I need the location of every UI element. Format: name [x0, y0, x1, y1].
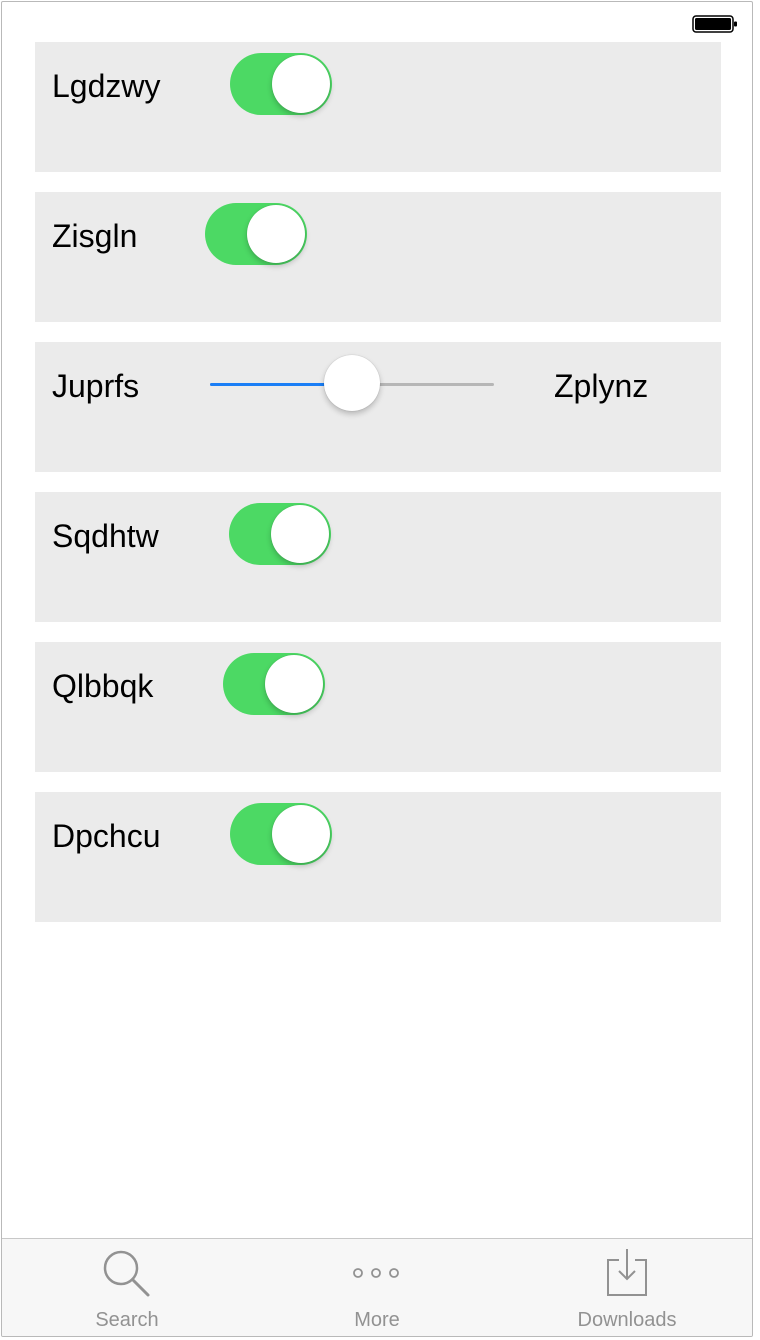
- setting-row-juprfs: Juprfs Zplynz: [35, 342, 721, 472]
- setting-label: Lgdzwy: [52, 68, 161, 104]
- slider-thumb[interactable]: [324, 355, 380, 411]
- more-icon: [353, 1268, 399, 1278]
- setting-row-sqdhtw: Sqdhtw: [35, 492, 721, 622]
- dpchcu-toggle-switch[interactable]: [230, 803, 332, 865]
- setting-label: Dpchcu: [52, 818, 161, 854]
- tab-bar: Search More Downloads: [2, 1238, 752, 1336]
- qlbbqk-toggle-switch[interactable]: [223, 653, 325, 715]
- lgdzwy-toggle-switch[interactable]: [230, 53, 332, 115]
- tab-search[interactable]: Search: [2, 1239, 252, 1336]
- slider-right-label: Zplynz: [554, 368, 649, 404]
- setting-label: Sqdhtw: [52, 518, 159, 554]
- tab-label: Downloads: [577, 1309, 677, 1331]
- zisgln-toggle-switch[interactable]: [205, 203, 307, 265]
- toggle-knob: [265, 655, 323, 713]
- toggle-knob: [272, 805, 330, 863]
- tab-label: Search: [95, 1309, 159, 1331]
- slider-left-label: Juprfs: [52, 368, 140, 404]
- toggle-knob: [271, 505, 329, 563]
- sqdhtw-toggle-switch[interactable]: [229, 503, 331, 565]
- toggle-knob: [272, 55, 330, 113]
- device-screen: Lgdzwy Zisgln Juprfs Zplynz Sqdhtw Qlbbq…: [1, 1, 753, 1337]
- downloads-icon: [607, 1249, 647, 1296]
- tab-label: More: [354, 1309, 400, 1331]
- setting-label: Zisgln: [52, 218, 138, 254]
- setting-label: Qlbbqk: [52, 668, 154, 704]
- setting-row-zisgln: Zisgln: [35, 192, 721, 322]
- search-icon: [103, 1250, 150, 1297]
- setting-row-qlbbqk: Qlbbqk: [35, 642, 721, 772]
- setting-row-lgdzwy: Lgdzwy: [35, 42, 721, 172]
- tab-more[interactable]: More: [252, 1239, 502, 1336]
- juprfs-slider[interactable]: [208, 354, 496, 414]
- tab-downloads[interactable]: Downloads: [502, 1239, 752, 1336]
- battery-full-icon: [692, 15, 737, 33]
- toggle-knob: [247, 205, 305, 263]
- setting-row-dpchcu: Dpchcu: [35, 792, 721, 922]
